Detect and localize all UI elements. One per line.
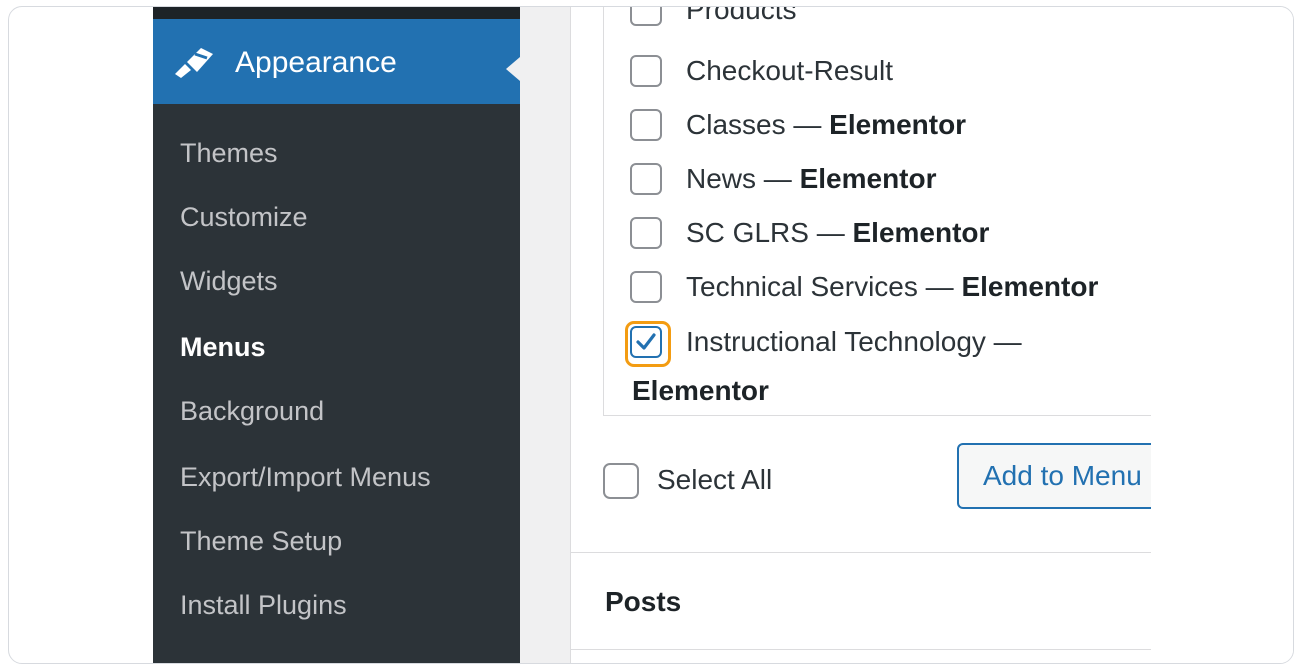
screenshot-frame: Appearance Themes Customize Widgets Menu… <box>8 6 1294 664</box>
checkbox-checked[interactable] <box>625 321 671 367</box>
page-builder-tag: Elementor <box>799 163 937 194</box>
page-name: Instructional Technology — <box>686 326 1022 357</box>
page-builder-tag: Elementor <box>961 271 1099 302</box>
current-menu-notch <box>506 57 520 81</box>
sidebar-item-customize[interactable]: Customize <box>180 200 308 234</box>
page-builder-tag: Elementor <box>829 109 967 140</box>
sidebar-item-theme-setup[interactable]: Theme Setup <box>180 524 342 558</box>
posts-section-heading[interactable]: Posts <box>605 585 681 619</box>
sidebar-item-widgets[interactable]: Widgets <box>180 264 278 298</box>
page-builder-tag: Elementor <box>632 375 769 406</box>
add-to-menu-button[interactable]: Add to Menu <box>957 443 1177 509</box>
checkbox[interactable] <box>630 55 662 87</box>
sidebar-item-background[interactable]: Background <box>180 394 324 428</box>
checkmark-icon <box>636 333 656 350</box>
checkbox[interactable] <box>630 271 662 303</box>
page-name: Classes — <box>686 109 830 140</box>
pages-checklist[interactable]: Products Checkout-Result Classes — Eleme… <box>603 7 1152 416</box>
page-name: Checkout-Result <box>686 55 893 86</box>
right-blank-area <box>1151 7 1293 663</box>
page-name: News — <box>686 163 800 194</box>
content-gutter <box>520 7 570 663</box>
sidebar-item-install-plugins[interactable]: Install Plugins <box>180 588 347 622</box>
page-name: SC GLRS — <box>686 217 853 248</box>
sidebar-item-appearance[interactable]: Appearance <box>153 19 520 104</box>
page-name: Products <box>686 7 797 25</box>
page-name: Technical Services — <box>686 271 962 302</box>
section-divider <box>571 649 1151 650</box>
sidebar-item-themes[interactable]: Themes <box>180 136 278 170</box>
checkbox[interactable] <box>630 217 662 249</box>
paintbrush-icon <box>175 48 213 78</box>
menu-items-panel: Products Checkout-Result Classes — Eleme… <box>571 7 1177 663</box>
checkbox[interactable] <box>630 7 662 26</box>
section-divider <box>571 552 1151 553</box>
sidebar-top-strip <box>153 7 520 19</box>
sidebar-item-export-import-menus[interactable]: Export/Import Menus <box>180 460 431 494</box>
page-builder-tag: Elementor <box>852 217 990 248</box>
select-all-checkbox[interactable] <box>603 463 639 499</box>
admin-sidebar: Appearance Themes Customize Widgets Menu… <box>153 7 520 663</box>
checkbox[interactable] <box>630 109 662 141</box>
sidebar-section-label: Appearance <box>235 46 397 79</box>
select-all-label[interactable]: Select All <box>657 462 772 498</box>
sidebar-item-menus[interactable]: Menus <box>180 330 266 364</box>
checkbox[interactable] <box>630 163 662 195</box>
